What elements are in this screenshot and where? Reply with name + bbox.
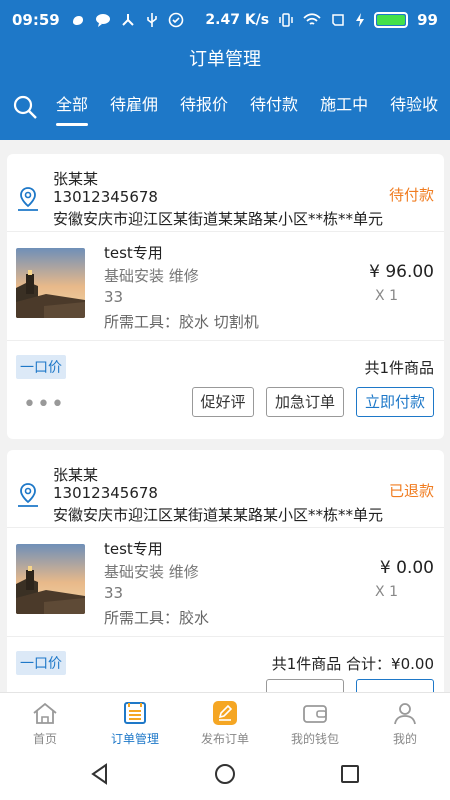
nav-label: 我的钱包 [290, 732, 339, 746]
goods-number: 33 [104, 584, 124, 602]
recent-apps-icon[interactable] [338, 762, 362, 786]
goods-price: ¥ 0.00 [379, 558, 434, 578]
nav-wallet[interactable]: 我的钱包 [270, 693, 360, 750]
profile-icon [394, 703, 416, 725]
contact-phone: 13012345678 [53, 484, 158, 502]
action-button[interactable] [266, 679, 344, 692]
praise-button[interactable]: 促好评 [192, 387, 254, 417]
goods-count: X 1 [375, 584, 398, 600]
sim-icon [332, 14, 344, 26]
charging-icon [356, 13, 365, 27]
tab-to-accept[interactable]: 待验收 [390, 80, 438, 140]
wallet-icon [303, 705, 327, 723]
contact-name: 张某某 [53, 170, 99, 188]
notification-icons [70, 12, 184, 28]
nav-label: 订单管理 [110, 732, 159, 746]
goods-count: X 1 [375, 288, 398, 304]
check-circle-icon [168, 12, 184, 28]
action-button[interactable] [356, 679, 434, 692]
location-pin-icon [18, 483, 38, 507]
goods-service: 基础安装 维修 [104, 563, 199, 581]
publish-icon [213, 701, 237, 725]
goods-tools: 所需工具：胶水 切割机 [104, 313, 259, 331]
status-time: 09:59 [12, 11, 60, 29]
pay-now-button[interactable]: 立即付款 [356, 387, 434, 417]
order-list-icon [124, 702, 146, 724]
home-circle-icon[interactable] [213, 762, 237, 786]
tab-to-pay[interactable]: 待付款 [250, 80, 298, 140]
goods-thumbnail [16, 544, 85, 614]
order-summary: 共1件商品 [364, 359, 434, 377]
urgent-order-button[interactable]: 加急订单 [266, 387, 344, 417]
contact-address: 安徽安庆市迎江区某街道某某路某小区**栋**单元 [53, 210, 384, 228]
order-status: 已退款 [388, 482, 434, 500]
back-icon[interactable] [88, 762, 112, 786]
nav-label: 首页 [32, 732, 57, 746]
order-address-block: 张某某 13012345678 安徽安庆市迎江区某街道某某路某小区**栋**单元… [7, 154, 444, 232]
tab-to-quote[interactable]: 待报价 [180, 80, 228, 140]
battery-level: 99 [417, 11, 438, 29]
tab-in-progress[interactable]: 施工中 [320, 80, 368, 140]
order-address-block: 张某某 13012345678 安徽安庆市迎江区某街道某某路某小区**栋**单元… [7, 450, 444, 528]
tab-to-hire[interactable]: 待雇佣 [110, 80, 158, 140]
contact-name: 张某某 [53, 466, 99, 484]
goods-item[interactable]: test专用 基础安装 维修 33 所需工具：胶水 ¥ 0.00 X 1 [7, 528, 444, 636]
goods-price: ¥ 96.00 [369, 262, 434, 282]
goods-number: 33 [104, 288, 124, 306]
order-summary: 共1件商品 合计：¥0.00 [271, 655, 434, 673]
nav-orders[interactable]: 订单管理 [90, 693, 180, 750]
order-footer: 一口价 共1件商品 合计：¥0.00 [7, 636, 444, 692]
network-speed: 2.47 K/s [205, 12, 270, 28]
order-list[interactable]: 张某某 13012345678 安徽安庆市迎江区某街道某某路某小区**栋**单元… [0, 140, 450, 692]
order-card[interactable]: 张某某 13012345678 安徽安庆市迎江区某街道某某路某小区**栋**单元… [7, 154, 444, 439]
goods-thumbnail [16, 248, 85, 318]
order-footer: 一口价 共1件商品 ••• 促好评 加急订单 立即付款 [7, 340, 444, 439]
goods-tools: 所需工具：胶水 [104, 609, 210, 627]
nav-profile[interactable]: 我的 [360, 693, 450, 750]
bottom-navigation: 首页 订单管理 发布订单 我的钱包 我的 [0, 692, 450, 750]
search-icon[interactable] [12, 94, 38, 120]
system-navigation-bar [0, 750, 450, 800]
wifi-icon [303, 13, 321, 25]
goods-title: test专用 [104, 540, 163, 558]
chat-icon [95, 14, 110, 27]
goods-item[interactable]: test专用 基础安装 维修 33 所需工具：胶水 切割机 ¥ 96.00 X … [7, 232, 444, 340]
share-icon [122, 14, 134, 26]
goods-title: test专用 [104, 244, 163, 262]
weather-icon [72, 16, 83, 25]
price-type-tag: 一口价 [16, 651, 66, 675]
order-card[interactable]: 张某某 13012345678 安徽安庆市迎江区某街道某某路某小区**栋**单元… [7, 450, 444, 692]
order-status: 待付款 [388, 186, 434, 204]
order-tabs: 全部 待雇佣 待报价 待付款 施工中 待验收 [0, 80, 450, 140]
contact-phone: 13012345678 [53, 188, 158, 206]
home-icon [33, 702, 57, 724]
nav-home[interactable]: 首页 [0, 693, 90, 750]
usb-icon [146, 13, 157, 27]
nav-label: 我的 [392, 732, 417, 746]
battery-icon [374, 12, 409, 28]
price-type-tag: 一口价 [16, 355, 66, 379]
location-pin-icon [18, 187, 38, 211]
tab-all[interactable]: 全部 [56, 80, 89, 140]
page-title: 订单管理 [0, 40, 450, 80]
contact-address: 安徽安庆市迎江区某街道某某路某小区**栋**单元 [53, 506, 384, 524]
goods-service: 基础安装 维修 [104, 267, 199, 285]
more-options-icon[interactable]: ••• [23, 394, 65, 416]
nav-publish[interactable]: 发布订单 [180, 693, 270, 750]
status-bar: 09:59 2.47 K/s 99 [0, 0, 450, 40]
nav-label: 发布订单 [200, 732, 249, 746]
vibrate-icon [279, 13, 293, 27]
